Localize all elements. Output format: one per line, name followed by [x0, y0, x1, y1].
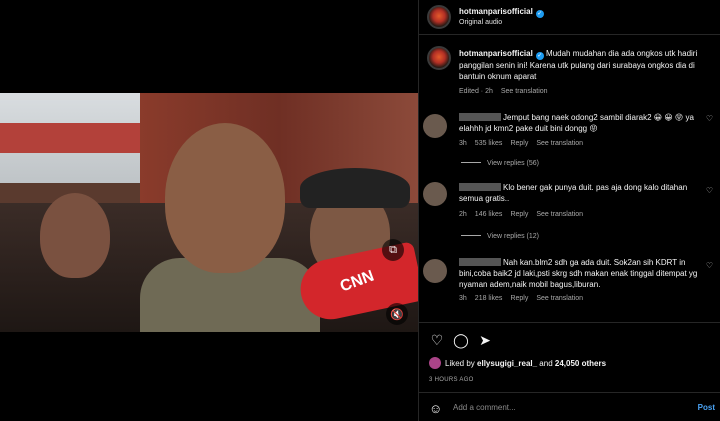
caption-meta: Edited · 2h See translation [459, 88, 556, 95]
post-button[interactable]: Post [698, 403, 715, 412]
comment-text: Nah kan.blm2 sdh ga ada duit. Sok2an sih… [459, 258, 698, 289]
officer-face [165, 123, 285, 273]
crowd-person [40, 193, 110, 278]
avatar[interactable] [429, 357, 441, 369]
avatar[interactable] [423, 259, 447, 283]
post-sidebar: hotmanparisofficial ✓ Original audio hotm… [418, 0, 720, 421]
avatar[interactable] [423, 182, 447, 206]
cap [300, 168, 410, 208]
comment-input[interactable]: Add a comment... [453, 403, 516, 412]
share-icon[interactable]: ➤ [477, 332, 493, 348]
comment-text: Klo bener gak punya duit. pas aja dong k… [459, 183, 688, 203]
comment-text: Jemput bang naek odong2 sambil diarak2 😀… [459, 113, 694, 133]
avatar[interactable] [427, 5, 451, 29]
comment-username[interactable] [459, 183, 501, 191]
instagram-post-view: CNN ⧉ 🔇 hotmanparisofficial ✓ Original au… [0, 0, 720, 421]
video-roof [0, 123, 140, 153]
heart-icon[interactable]: ♡ [706, 114, 713, 123]
comment-meta: 3h 218 likes Reply See translation [459, 295, 584, 302]
see-translation-link[interactable]: See translation [501, 88, 548, 95]
liked-by: Liked by ellysugigi_real_ and 24,050 oth… [429, 357, 606, 369]
edited-label: Edited · 2h [459, 88, 493, 95]
comment-icon[interactable]: ◯ [453, 332, 469, 348]
mute-icon[interactable]: 🔇 [386, 303, 408, 325]
post-header: hotmanparisofficial ✓ Original audio [419, 0, 720, 35]
post-video[interactable]: CNN ⧉ 🔇 [0, 93, 418, 332]
heart-icon[interactable]: ♡ [429, 332, 445, 348]
heart-icon[interactable]: ♡ [706, 261, 713, 270]
emoji-icon[interactable]: ☺ [429, 401, 442, 416]
media-area: CNN ⧉ 🔇 [0, 0, 418, 421]
tag-icon[interactable]: ⧉ [382, 239, 404, 261]
view-replies[interactable]: View replies (12) [461, 233, 539, 240]
avatar[interactable] [427, 46, 451, 70]
caption: hotmanparisofficial ✓ Mudah mudahan dia a… [459, 48, 711, 82]
comment-meta: 2h 146 likes Reply See translation [459, 211, 584, 218]
post-date: 3 HOURS AGO [429, 377, 474, 383]
heart-icon[interactable]: ♡ [706, 186, 713, 195]
comment-username[interactable] [459, 113, 501, 121]
liked-others[interactable]: 24,050 others [555, 359, 606, 368]
caption-username[interactable]: hotmanparisofficial [459, 49, 533, 58]
view-replies[interactable]: View replies (56) [461, 160, 539, 167]
verified-icon: ✓ [535, 10, 544, 18]
verified-icon: ✓ [535, 52, 544, 60]
audio-label[interactable]: Original audio [459, 19, 502, 26]
comment-username[interactable] [459, 258, 501, 266]
username[interactable]: hotmanparisofficial [459, 7, 533, 16]
comment-meta: 3h 535 likes Reply See translation [459, 140, 584, 147]
liked-user[interactable]: ellysugigi_real_ [477, 359, 537, 368]
avatar[interactable] [423, 114, 447, 138]
comment-box: ☺ Add a comment... Post [419, 392, 720, 421]
